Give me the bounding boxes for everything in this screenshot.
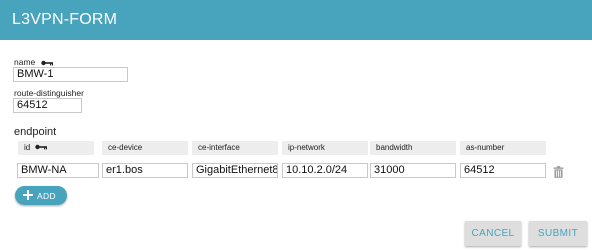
- trash-icon[interactable]: [553, 165, 564, 178]
- column-header-ip-network: ip-network: [282, 141, 368, 155]
- cancel-button[interactable]: CANCEL: [465, 221, 521, 246]
- endpoint-as-number-cell[interactable]: 64512: [460, 163, 546, 178]
- plus-icon: [22, 189, 34, 201]
- endpoint-ce-interface-cell[interactable]: GigabitEthernet8: [192, 163, 278, 178]
- add-button-label: ADD: [37, 191, 56, 201]
- column-header-as-number: as-number: [460, 141, 546, 155]
- route-distinguisher-field[interactable]: 64512: [13, 98, 82, 113]
- endpoint-id-cell[interactable]: BMW-NA: [17, 163, 99, 178]
- column-header-bandwidth: bandwidth: [370, 141, 456, 155]
- endpoint-ce-device-cell[interactable]: er1.bos: [102, 163, 188, 178]
- key-icon: [35, 141, 48, 155]
- submit-button[interactable]: SUBMIT: [529, 221, 587, 246]
- column-header-id: id: [18, 141, 94, 155]
- add-endpoint-button[interactable]: ADD: [15, 186, 67, 205]
- name-label: name: [14, 57, 36, 67]
- page-title: L3VPN-FORM: [12, 11, 118, 28]
- name-field[interactable]: BMW-1: [13, 67, 128, 82]
- column-header-label: id: [24, 143, 31, 153]
- endpoint-section-label: endpoint: [14, 126, 57, 138]
- endpoint-ip-network-cell[interactable]: 10.10.2.0/24: [282, 163, 368, 178]
- endpoint-bandwidth-cell[interactable]: 31000: [370, 163, 456, 178]
- title-bar: L3VPN-FORM: [0, 0, 592, 40]
- column-header-ce-interface: ce-interface: [192, 141, 278, 155]
- route-distinguisher-label: route-distinguisher: [14, 88, 84, 98]
- column-header-ce-device: ce-device: [102, 141, 188, 155]
